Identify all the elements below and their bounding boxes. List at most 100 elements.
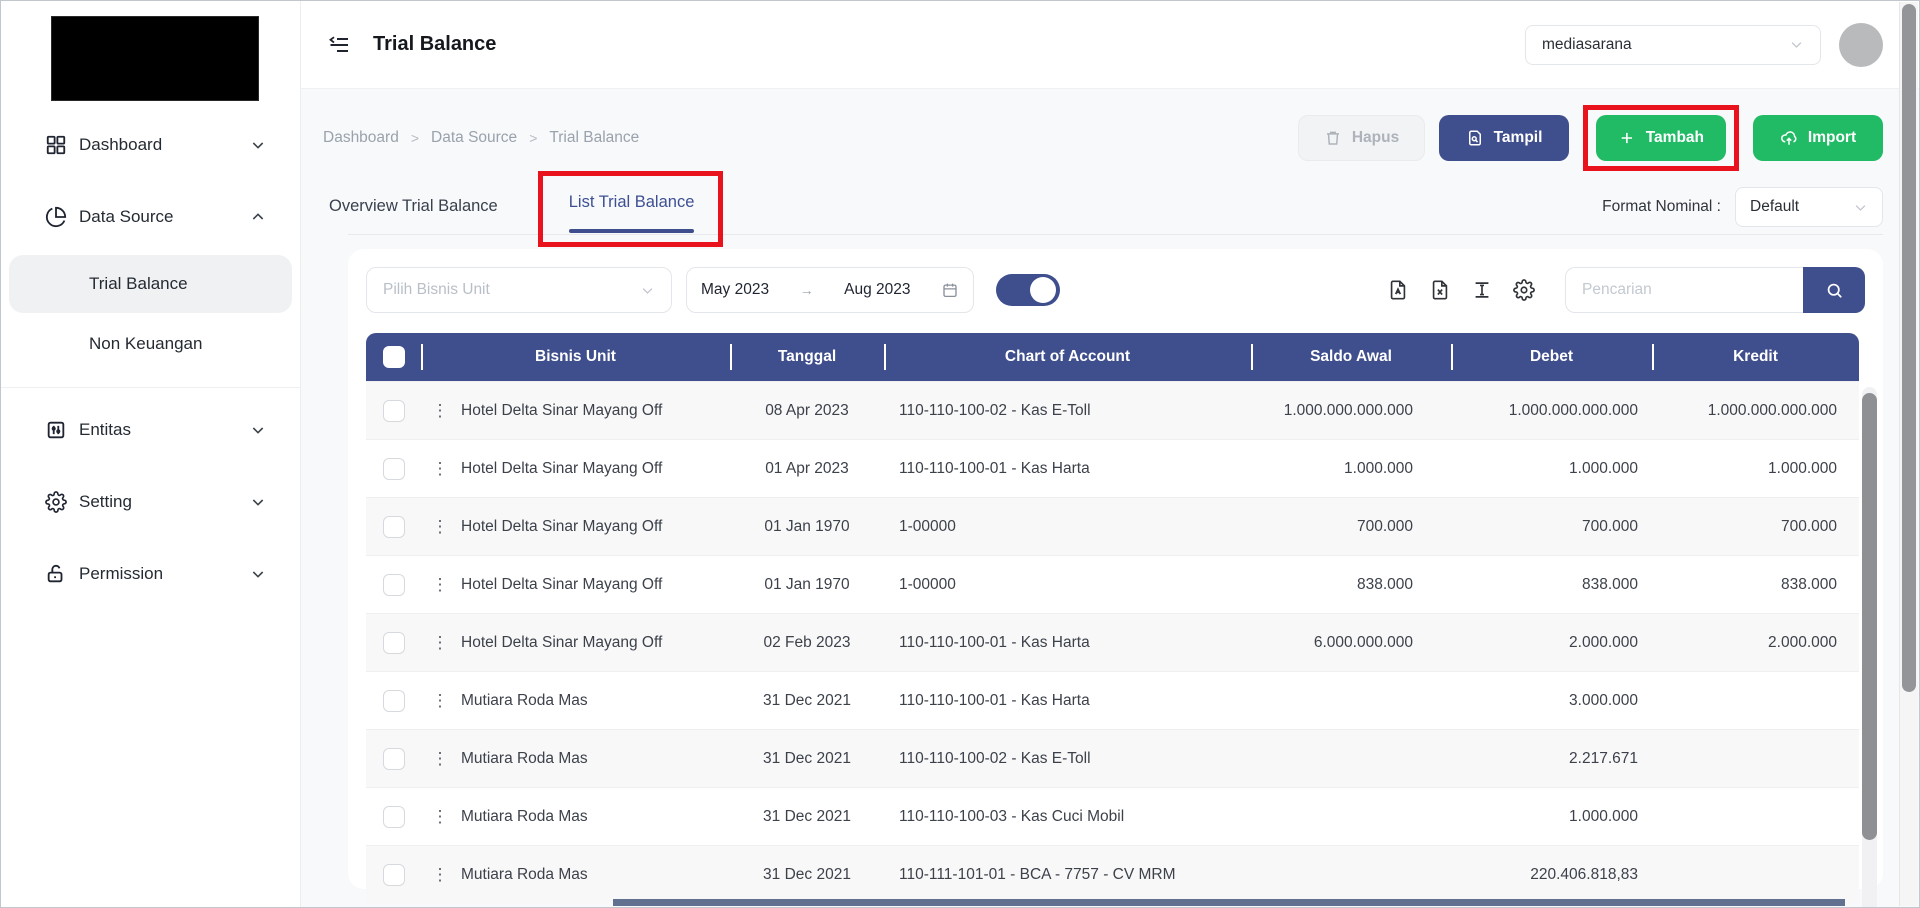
cell-chart-of-account: 110-110-100-01 - Kas Harta [884,614,1251,671]
row-kebab-menu-icon[interactable]: ⋮ [423,459,457,479]
export-pdf-icon[interactable] [1387,279,1409,301]
cell-chart-of-account: 110-110-100-01 - Kas Harta [884,672,1251,729]
row-checkbox[interactable] [383,574,405,596]
sidebar-item-entitas[interactable]: Entitas [1,394,300,466]
row-checkbox[interactable] [383,458,405,480]
date-start: May 2023 [701,281,769,299]
cell-kredit [1652,788,1859,845]
export-excel-icon[interactable] [1429,279,1451,301]
tampil-button[interactable]: Tampil [1439,115,1569,161]
table-row: ⋮Mutiara Roda Mas 31 Dec 2021 110-110-10… [366,729,1859,787]
page-scrollbar-thumb[interactable] [1902,4,1916,692]
avatar[interactable] [1839,23,1883,67]
row-checkbox[interactable] [383,400,405,422]
table-header: Bisnis Unit Tanggal Chart of Account Sal… [366,333,1859,381]
tab-list-trial-balance[interactable]: List Trial Balance [569,193,695,212]
tab-overview-trial-balance[interactable]: Overview Trial Balance [329,171,498,216]
chevron-down-icon [250,494,266,510]
row-kebab-menu-icon[interactable]: ⋮ [423,807,457,827]
chevron-down-icon [250,566,266,582]
sidebar-item-label: Setting [79,492,250,512]
page-scrollbar-track[interactable] [1899,2,1918,906]
cell-saldo-awal [1251,788,1451,845]
hapus-button[interactable]: Hapus [1298,115,1425,161]
cell-kredit [1652,730,1859,787]
sidebar-item-setting[interactable]: Setting [1,466,300,538]
format-nominal-select[interactable]: Default [1735,187,1883,227]
column-header-kredit[interactable]: Kredit [1652,333,1859,381]
cell-chart-of-account: 110-110-100-02 - Kas E-Toll [884,382,1251,439]
row-kebab-menu-icon[interactable]: ⋮ [423,749,457,769]
row-checkbox[interactable] [383,516,405,538]
cell-tanggal: 01 Apr 2023 [730,440,884,497]
toggle-switch[interactable] [996,274,1060,306]
table-row: ⋮Hotel Delta Sinar Mayang Off 01 Jan 197… [366,555,1859,613]
cell-debet: 2.217.671 [1451,730,1652,787]
cell-bisnis-unit: Mutiara Roda Mas [461,866,588,884]
cell-debet: 3.000.000 [1451,672,1652,729]
bisnis-unit-select[interactable]: Pilih Bisnis Unit [366,267,672,313]
sidebar-item-permission[interactable]: Permission [1,538,300,610]
horizontal-scrollbar[interactable] [613,899,1845,906]
row-kebab-menu-icon[interactable]: ⋮ [423,633,457,653]
cell-kredit: 838.000 [1652,556,1859,613]
row-kebab-menu-icon[interactable]: ⋮ [423,575,457,595]
topbar: Trial Balance mediasarana [301,1,1919,89]
tambah-button[interactable]: Tambah [1596,115,1726,161]
search-button[interactable] [1803,267,1865,313]
company-select[interactable]: mediasarana [1525,25,1821,65]
cell-tanggal: 31 Dec 2021 [730,730,884,787]
table-row: ⋮Hotel Delta Sinar Mayang Off 01 Apr 202… [366,439,1859,497]
sidebar-item-label: Permission [79,564,250,584]
column-header-saldo-awal[interactable]: Saldo Awal [1251,333,1451,381]
column-header-tanggal[interactable]: Tanggal [730,333,884,381]
table-settings-gear-icon[interactable] [1513,279,1535,301]
cell-saldo-awal: 838.000 [1251,556,1451,613]
cell-bisnis-unit: Hotel Delta Sinar Mayang Off [461,576,662,594]
cell-chart-of-account: 1-00000 [884,556,1251,613]
row-checkbox[interactable] [383,748,405,770]
table-scrollbar-thumb[interactable] [1862,393,1877,840]
row-kebab-menu-icon[interactable]: ⋮ [423,401,457,421]
cell-kredit: 2.000.000 [1652,614,1859,671]
cell-saldo-awal: 1.000.000 [1251,440,1451,497]
cell-debet: 220.406.818,83 [1451,846,1652,903]
search-input[interactable] [1565,267,1803,313]
column-header-debet[interactable]: Debet [1451,333,1652,381]
table-row: ⋮Mutiara Roda Mas 31 Dec 2021 110-111-10… [366,845,1859,903]
sidebar-item-non-keuangan[interactable]: Non Keuangan [9,315,292,373]
row-checkbox[interactable] [383,632,405,654]
date-range-picker[interactable]: May 2023 → Aug 2023 [686,267,974,313]
breadcrumb-separator: > [411,130,419,146]
breadcrumb-dashboard[interactable]: Dashboard [323,129,399,147]
cell-kredit [1652,846,1859,903]
collapse-sidebar-icon[interactable] [327,33,351,57]
row-kebab-menu-icon[interactable]: ⋮ [423,691,457,711]
row-checkbox[interactable] [383,690,405,712]
import-button[interactable]: Import [1753,115,1883,161]
cell-chart-of-account: 110-111-101-01 - BCA - 7757 - CV MRM [884,846,1251,903]
sidebar-item-label: Data Source [79,207,250,227]
sidebar-item-data-source[interactable]: Data Source [1,181,300,253]
select-all-checkbox[interactable] [383,346,405,368]
chevron-up-icon [250,209,266,225]
company-select-value: mediasarana [1542,36,1632,54]
active-tab-underline [569,229,695,233]
sidebar-item-dashboard[interactable]: Dashboard [1,109,300,181]
cell-bisnis-unit: Hotel Delta Sinar Mayang Off [461,518,662,536]
row-kebab-menu-icon[interactable]: ⋮ [423,517,457,537]
column-header-chart-of-account[interactable]: Chart of Account [884,333,1251,381]
row-height-icon[interactable] [1471,279,1493,301]
arrow-right-icon: → [800,282,814,298]
cell-tanggal: 31 Dec 2021 [730,672,884,729]
row-checkbox[interactable] [383,806,405,828]
breadcrumb-data-source[interactable]: Data Source [431,129,517,147]
row-checkbox[interactable] [383,864,405,886]
row-kebab-menu-icon[interactable]: ⋮ [423,865,457,885]
cell-kredit [1652,672,1859,729]
date-end: Aug 2023 [844,281,910,299]
cell-tanggal: 01 Jan 1970 [730,498,884,555]
sidebar-item-trial-balance[interactable]: Trial Balance [9,255,292,313]
cell-bisnis-unit: Hotel Delta Sinar Mayang Off [461,634,662,652]
column-header-bisnis-unit[interactable]: Bisnis Unit [421,333,730,381]
